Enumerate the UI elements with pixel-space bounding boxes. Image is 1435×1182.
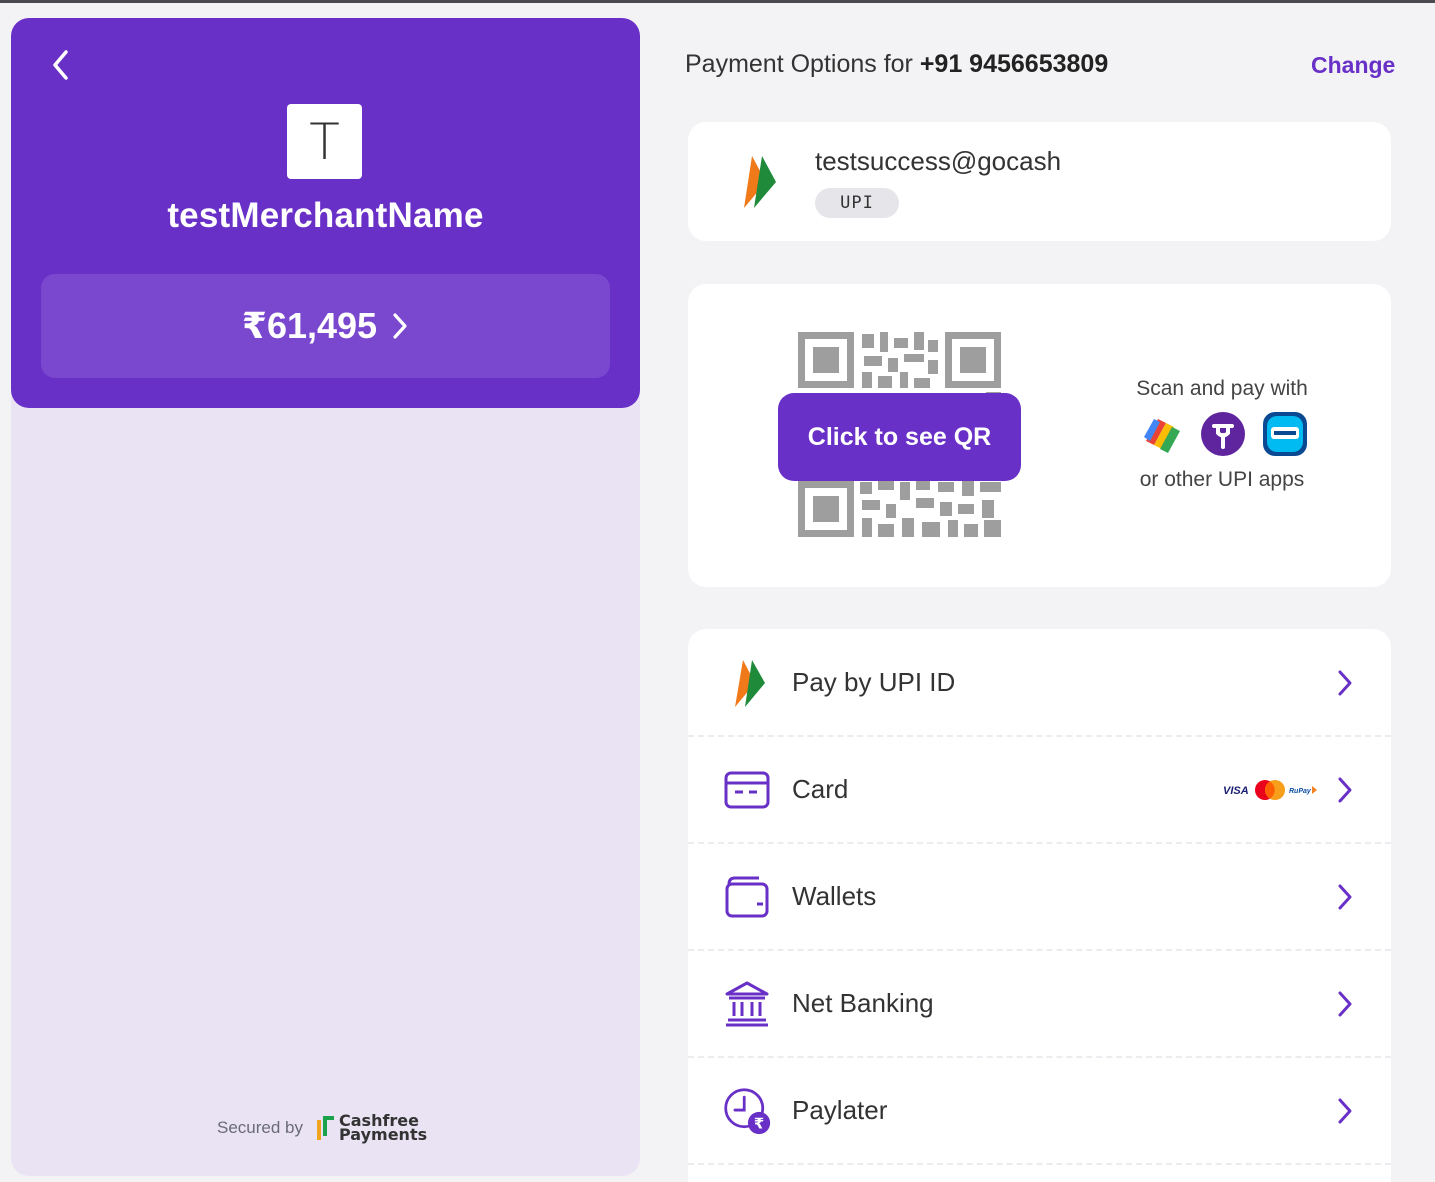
divider [688, 1163, 1391, 1165]
method-net-banking[interactable]: Net Banking [688, 950, 1391, 1057]
cashfree-logo: Cashfree Payments [315, 1113, 428, 1144]
svg-text:₹: ₹ [754, 1115, 764, 1132]
visa-text: VISA [1223, 785, 1249, 797]
change-link[interactable]: Change [1311, 52, 1395, 79]
payment-methods-list: Pay by UPI ID Card VISA RuPay Wallets Ne… [688, 629, 1391, 1182]
payment-options-heading: Payment Options for +91 9456653809 [685, 50, 1108, 79]
method-label: Pay by UPI ID [792, 667, 956, 697]
upi-badge: UPI [815, 188, 899, 218]
amount-value: ₹61,495 [241, 305, 378, 346]
upi-apps [1138, 411, 1308, 457]
method-card[interactable]: Card VISA RuPay [688, 736, 1391, 843]
upi-logo-icon [722, 658, 772, 708]
chevron-right-icon [393, 313, 407, 339]
phonepe-icon [1201, 412, 1245, 456]
window-top-border [0, 0, 1435, 3]
phone-number: +91 9456653809 [919, 50, 1109, 78]
bank-icon [722, 979, 772, 1029]
payments-text: Payments [339, 1125, 428, 1144]
paylater-clock-icon: ₹ [722, 1086, 772, 1136]
chevron-right-icon [1333, 667, 1357, 699]
method-label: Card [792, 774, 849, 804]
chevron-right-icon [1333, 774, 1357, 806]
merchant-name: testMerchantName [167, 196, 484, 235]
upi-id-text: testsuccess@gocash [815, 146, 1062, 176]
secured-by: Secured by Cashfree Payments [217, 1113, 428, 1144]
see-qr-button[interactable]: Click to see QR [778, 393, 1021, 481]
back-button[interactable] [44, 46, 78, 84]
method-label: Net Banking [792, 988, 934, 1018]
method-wallets[interactable]: Wallets [688, 843, 1391, 950]
amount-button[interactable]: ₹61,495 [41, 274, 610, 378]
heading-prefix: Payment Options for [685, 50, 920, 78]
other-upi-apps-text: or other UPI apps [1139, 468, 1305, 491]
qr-card: Click to see QR Scan and pay with or oth… [688, 284, 1391, 587]
google-pay-icon [1144, 419, 1180, 453]
chevron-right-icon [1333, 988, 1357, 1020]
mastercard-icon [1255, 779, 1285, 800]
method-upi-id[interactable]: Pay by UPI ID [688, 629, 1391, 736]
card-icon [722, 765, 772, 815]
wallet-icon [722, 872, 772, 922]
method-label: Wallets [792, 881, 877, 911]
rupay-icon: RuPay [1289, 785, 1317, 795]
method-paylater[interactable]: ₹ Paylater [688, 1057, 1391, 1164]
secured-by-label: Secured by [217, 1118, 303, 1137]
rupay-text: RuPay [1289, 788, 1312, 795]
merchant-logo: T [287, 104, 362, 179]
chevron-right-icon [1333, 1095, 1357, 1127]
upi-logo-icon [744, 156, 776, 208]
chevron-right-icon [1333, 881, 1357, 913]
chevron-left-icon [53, 50, 68, 80]
card-brand-logos: VISA RuPay [1222, 779, 1318, 801]
visa-icon: VISA [1223, 785, 1249, 797]
saved-upi-card[interactable]: testsuccess@gocash UPI [688, 122, 1391, 241]
cashfree-mark-icon [317, 1116, 334, 1140]
paytm-icon [1263, 412, 1307, 456]
method-label: Paylater [792, 1095, 888, 1125]
scan-pay-text: Scan and pay with [1136, 377, 1308, 400]
